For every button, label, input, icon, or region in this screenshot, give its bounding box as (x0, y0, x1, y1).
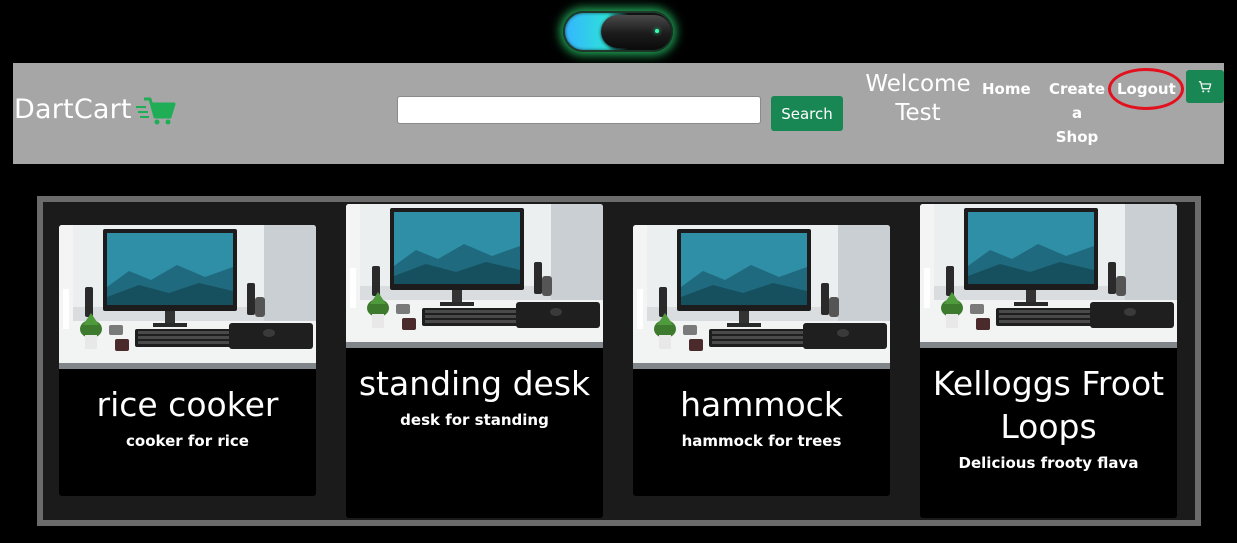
toggle-knob (601, 15, 671, 48)
fast-cart-icon (135, 97, 176, 124)
navbar: DartCart Search Welcome Test Home Create… (13, 63, 1224, 164)
product-description: Delicious frooty flava (958, 454, 1139, 472)
cart-icon (1198, 80, 1212, 92)
welcome-text: Welcome (865, 71, 971, 97)
product-description: hammock for trees (681, 432, 842, 450)
nav-create-shop-link[interactable]: Create a Shop (1048, 77, 1106, 149)
search-input[interactable] (397, 96, 761, 124)
nav-home-link[interactable]: Home (982, 77, 1031, 101)
welcome-message: Welcome Test (856, 70, 980, 128)
welcome-username: Test (895, 100, 941, 126)
cart-button[interactable] (1186, 70, 1224, 103)
create-shop-label-line2: a (1071, 104, 1083, 122)
product-grid-frame: rice cooker cooker for rice standing des… (37, 196, 1201, 526)
toggle-indicator-icon (655, 29, 659, 33)
product-image (346, 204, 603, 348)
search-button[interactable]: Search (771, 96, 843, 131)
product-card[interactable]: Kelloggs Froot Loops Delicious frooty fl… (920, 204, 1177, 518)
product-card[interactable]: standing desk desk for standing (346, 204, 603, 518)
product-title: Kelloggs Froot Loops (932, 364, 1165, 446)
product-description: desk for standing (400, 411, 549, 429)
product-title: hammock (680, 385, 843, 424)
product-card[interactable]: rice cooker cooker for rice (59, 225, 316, 496)
product-image (633, 225, 890, 369)
product-card[interactable]: hammock hammock for trees (633, 225, 890, 496)
product-title: rice cooker (96, 385, 279, 424)
nav-logout-link[interactable]: Logout (1117, 77, 1176, 101)
product-description: cooker for rice (126, 432, 249, 450)
product-grid: rice cooker cooker for rice standing des… (43, 202, 1195, 520)
brand-name: DartCart (14, 94, 132, 125)
theme-toggle[interactable] (563, 11, 673, 52)
product-image (59, 225, 316, 369)
create-shop-label-line1: Create (1048, 80, 1106, 98)
brand[interactable]: DartCart (14, 94, 176, 125)
create-shop-label-line3: Shop (1055, 128, 1099, 146)
page: DartCart Search Welcome Test Home Create… (0, 0, 1237, 543)
product-title: standing desk (358, 364, 591, 403)
product-image (920, 204, 1177, 348)
